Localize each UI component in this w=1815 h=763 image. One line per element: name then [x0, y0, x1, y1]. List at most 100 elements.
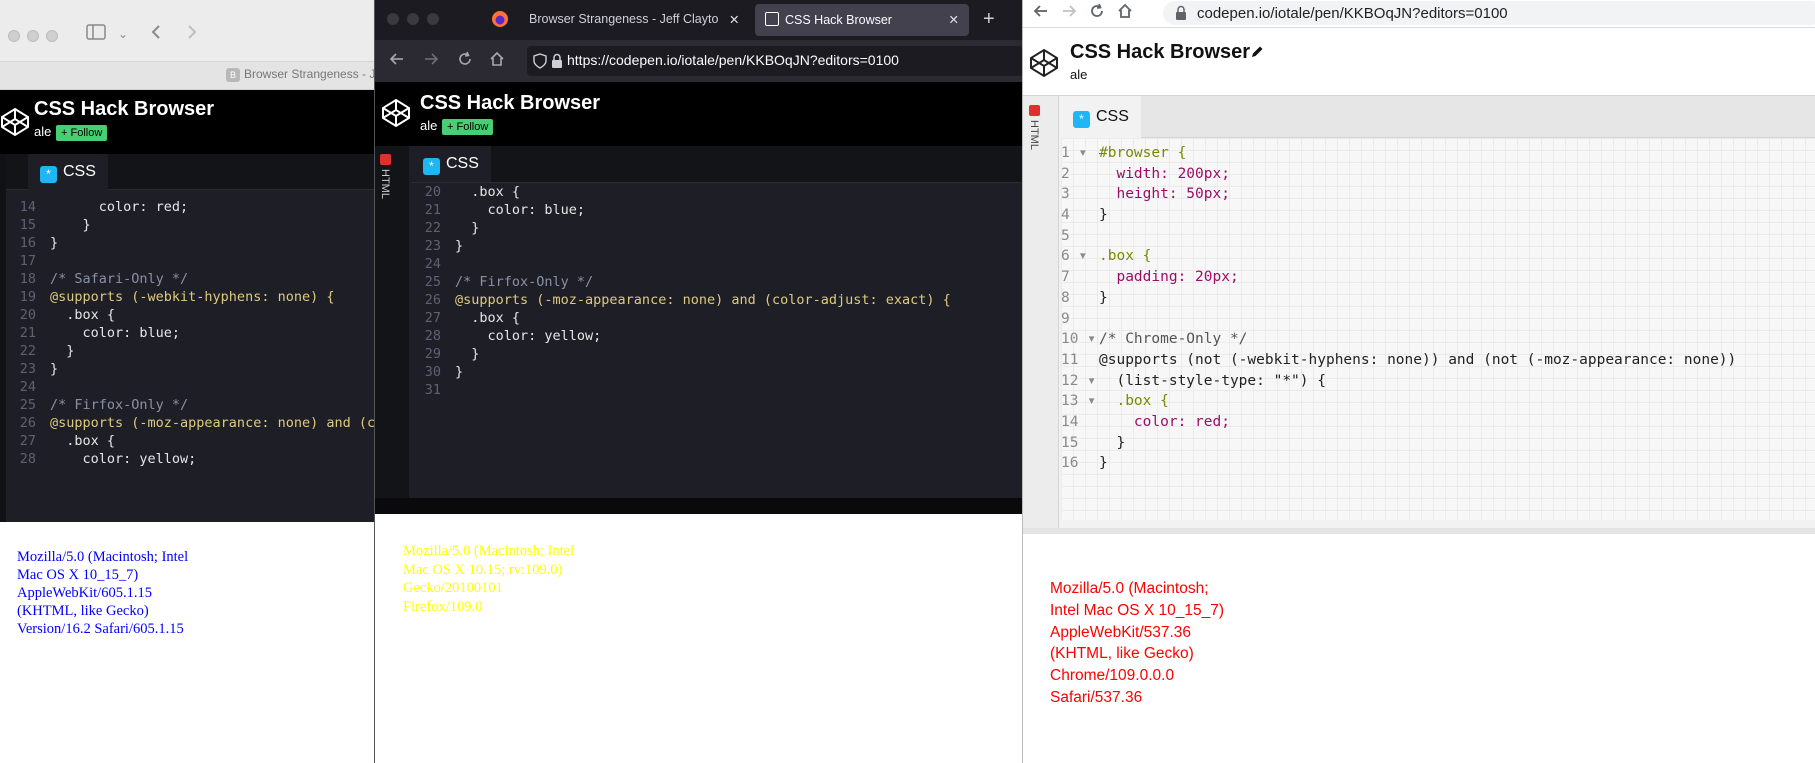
- code-text: padding: 20px;: [1099, 269, 1239, 286]
- code-text: color: yellow;: [455, 328, 602, 344]
- safari-tab[interactable]: BBrowser Strangeness - Jeff Clayton: [226, 67, 374, 82]
- code-text: }: [1099, 434, 1126, 451]
- chevron-down-icon[interactable]: ⌄: [118, 27, 128, 41]
- code-line: 6 ▾ .box {: [1061, 246, 1815, 267]
- follow-button[interactable]: + Follow: [56, 125, 108, 141]
- codepen-logo-icon[interactable]: [0, 107, 30, 137]
- code-line: 16 }: [1061, 453, 1815, 474]
- code-text: color: blue;: [50, 325, 181, 341]
- user-agent-line: Safari/537.36: [1050, 688, 1143, 706]
- user-agent-line: Firefox/109.0: [403, 598, 483, 615]
- user-agent-line: Version/16.2 Safari/605.1.15: [17, 621, 184, 637]
- user-agent-line: Mozilla/5.0 (Macintosh;: [1050, 580, 1209, 597]
- forward-arrow-icon[interactable]: [423, 51, 439, 72]
- line-number: 21: [19, 325, 36, 341]
- author-name[interactable]: ale: [34, 124, 51, 139]
- author-name[interactable]: ale: [420, 118, 437, 133]
- author-name[interactable]: ale: [1070, 67, 1087, 82]
- close-tab-icon[interactable]: ✕: [729, 13, 739, 27]
- reload-icon[interactable]: [1089, 3, 1105, 24]
- url-text: codepen.io/iotale/pen/KKBOqJN?editors=01…: [1197, 5, 1508, 22]
- new-tab-button[interactable]: +: [983, 8, 995, 31]
- css-code-editor[interactable]: 1 ▾ #browser {2 width: 200px; 3 height: 50…: [1061, 138, 1815, 520]
- html-editor-collapsed[interactable]: HTML: [1023, 96, 1059, 528]
- code-text: color: blue;: [455, 202, 586, 218]
- code-text: .box {: [1099, 393, 1169, 410]
- sidebar-icon[interactable]: [86, 24, 106, 45]
- html-editor-collapsed[interactable]: HTML: [375, 146, 409, 514]
- line-number: 7: [1061, 269, 1088, 286]
- code-text: .box {: [50, 433, 116, 449]
- code-line: 14 color: red;: [1061, 412, 1815, 433]
- line-number: 30: [424, 364, 441, 380]
- close-window-button[interactable]: [8, 30, 20, 42]
- firefox-logo-icon[interactable]: [491, 10, 509, 33]
- reload-icon[interactable]: [457, 51, 473, 72]
- chrome-window: codepen.io/iotale/pen/KKBOqJN?editors=01…: [1022, 0, 1815, 763]
- css-code-editor[interactable]: 20 .box {21 color: blue; 22 } 23} 24 25/* Fi…: [411, 183, 1022, 493]
- code-line: 26 @supports (-moz-appearance: none) and …: [411, 291, 1022, 309]
- minimize-window-button[interactable]: [27, 30, 39, 42]
- code-text: /* Chrome-Only */: [1099, 331, 1248, 348]
- tab-css[interactable]: * CSS: [28, 154, 108, 190]
- code-line: 28 color: yellow;: [6, 450, 374, 468]
- close-tab-icon[interactable]: ✕: [949, 12, 959, 27]
- tab-css[interactable]: * CSS: [411, 146, 491, 182]
- codepen-logo-icon[interactable]: [381, 98, 411, 128]
- pencil-icon[interactable]: [1249, 44, 1265, 65]
- code-line: 25 /* Firfox-Only */: [6, 396, 374, 414]
- lock-icon[interactable]: [551, 53, 563, 74]
- tab-css-hack-browser[interactable]: CSS Hack Browser ✕: [755, 4, 969, 36]
- code-line: 30}: [411, 363, 1022, 381]
- home-icon[interactable]: [489, 51, 505, 72]
- forward-arrow-icon[interactable]: [186, 24, 198, 45]
- pen-title: CSS Hack Browser: [34, 98, 215, 120]
- code-text: }: [50, 217, 91, 233]
- user-agent-line: Intel Mac OS X 10_15_7): [1050, 601, 1225, 619]
- codepen-favicon-icon: [765, 12, 779, 26]
- home-icon[interactable]: [1117, 3, 1133, 24]
- back-arrow-icon[interactable]: [389, 51, 405, 72]
- tab-css[interactable]: * CSS: [1061, 96, 1141, 138]
- code-text: }: [50, 361, 59, 377]
- line-number: 17: [19, 253, 36, 269]
- code-text: .box {: [455, 310, 521, 326]
- close-window-button[interactable]: [387, 13, 399, 25]
- tab-html[interactable]: HTML: [379, 154, 391, 199]
- code-line: 15 }: [6, 216, 374, 234]
- code-line: 29 }: [411, 345, 1022, 363]
- address-bar[interactable]: codepen.io/iotale/pen/KKBOqJN?editors=01…: [1163, 1, 1815, 25]
- css-code-editor[interactable]: 14 color: red; 15 } 16} 17 18/* Safari-Only …: [6, 190, 374, 520]
- code-text: }: [455, 220, 480, 236]
- code-line: 10 ▾/* Chrome-Only */: [1061, 329, 1815, 350]
- code-line: 28 color: yellow;: [411, 327, 1022, 345]
- tab-html[interactable]: HTML: [1028, 105, 1040, 150]
- follow-button[interactable]: + Follow: [442, 119, 494, 135]
- codepen-logo-icon[interactable]: [1029, 48, 1059, 78]
- line-number: 18: [19, 271, 36, 287]
- html-badge-icon: [379, 154, 391, 165]
- back-arrow-icon[interactable]: [150, 24, 162, 45]
- line-number: 6 ▾: [1061, 248, 1088, 265]
- shield-icon[interactable]: [533, 53, 547, 74]
- code-line: 1 ▾ #browser {: [1061, 143, 1815, 164]
- zoom-window-button[interactable]: [46, 30, 58, 42]
- user-agent-line: Mozilla/5.0 (Macintosh; Intel: [403, 543, 575, 559]
- code-line: 16}: [6, 234, 374, 252]
- lock-icon[interactable]: [1175, 5, 1187, 26]
- code-line: 20 .box {: [411, 183, 1022, 201]
- user-agent-line: Mac OS X 10.15; rv:109.0): [403, 561, 563, 578]
- minimize-window-button[interactable]: [407, 13, 419, 25]
- code-text: /* Firfox-Only */: [50, 397, 189, 413]
- back-arrow-icon[interactable]: [1033, 3, 1049, 24]
- tab-browser-strangeness[interactable]: Browser Strangeness - Jeff Clayton ✕: [519, 4, 749, 36]
- line-number: 26: [424, 292, 441, 308]
- code-line: 7 padding: 20px;: [1061, 267, 1815, 288]
- address-bar[interactable]: https://codepen.io/iotale/pen/KKBOqJN?ed…: [527, 46, 1022, 76]
- code-line: 2 width: 200px;: [1061, 164, 1815, 185]
- code-text: }: [455, 238, 464, 254]
- line-number: 27: [424, 310, 441, 326]
- zoom-window-button[interactable]: [427, 13, 439, 25]
- forward-arrow-icon[interactable]: [1061, 3, 1077, 24]
- code-line: 27 .box {: [411, 309, 1022, 327]
